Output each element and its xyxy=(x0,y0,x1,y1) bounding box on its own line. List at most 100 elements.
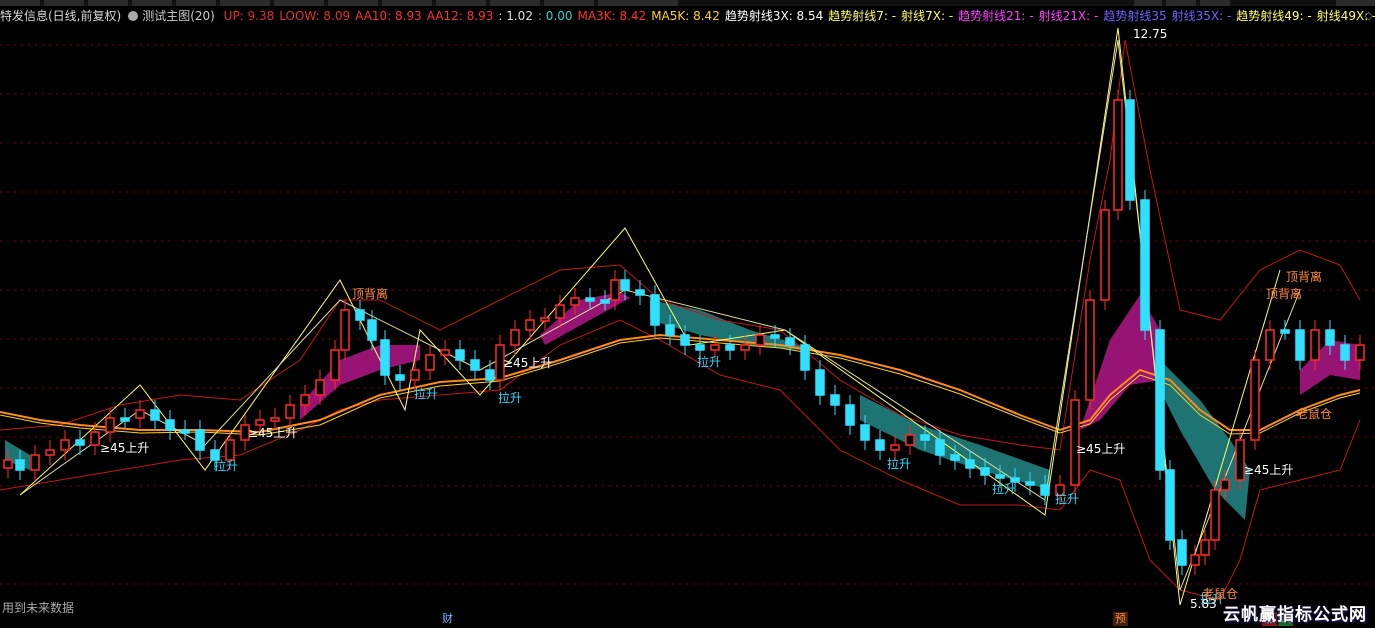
forecast-marker[interactable]: 预 xyxy=(1113,612,1128,626)
candle-body xyxy=(90,431,100,446)
candle-body xyxy=(965,459,975,469)
annotation-label: ≥45上升 xyxy=(248,426,297,440)
annotation-label: 拉升 xyxy=(1055,491,1079,506)
candle-body xyxy=(555,304,565,319)
candle-body xyxy=(315,379,325,396)
indicator-name[interactable]: 测试主图(20) xyxy=(142,9,215,23)
candle-body xyxy=(1220,479,1230,491)
candle-body xyxy=(935,439,945,456)
candle-body xyxy=(860,424,870,441)
candle-body xyxy=(330,349,340,381)
legend-item: MA3K: 8.42 xyxy=(577,9,647,23)
candle-body xyxy=(255,419,265,426)
candle-body xyxy=(455,349,465,361)
legend-item: AA10: 8.93 xyxy=(355,9,422,23)
candle-body xyxy=(1125,99,1135,201)
annotation-label: 5.83 xyxy=(1190,597,1217,611)
candle-body xyxy=(1235,439,1245,481)
candle-body xyxy=(665,324,675,336)
candle-body xyxy=(510,329,520,346)
candle-body xyxy=(540,317,550,322)
candle-body xyxy=(1190,554,1200,566)
candle-body xyxy=(755,334,765,346)
candle-body xyxy=(285,404,295,419)
indicator-toggle-icon[interactable] xyxy=(128,11,139,21)
candle-body xyxy=(1250,359,1260,441)
candle-body xyxy=(905,434,915,446)
candle-body xyxy=(920,434,930,441)
legend-item: LOOW: 8.09 xyxy=(279,9,351,23)
annotation-label: 拉升 xyxy=(992,481,1016,496)
legend-item: : 1.02 xyxy=(498,9,533,23)
candle-body xyxy=(725,344,735,351)
candle-body xyxy=(890,444,900,451)
candle-body xyxy=(875,439,885,451)
stock-title: 特发信息(日线,前复权) xyxy=(0,9,122,23)
candle-body xyxy=(525,319,535,331)
candle-body xyxy=(585,297,595,302)
candle-body xyxy=(270,417,280,422)
candle-body xyxy=(425,354,435,371)
legend-item: 趋势射线7: - xyxy=(828,9,897,23)
candle-body xyxy=(995,474,1005,479)
candle-body xyxy=(30,454,40,471)
candle-body xyxy=(225,439,235,461)
candle-body xyxy=(1295,329,1305,361)
candle-body xyxy=(485,369,495,381)
kline-chart[interactable]: 顶背离 顶背离顶背离≥45上升≥45上升≥45上升≥45上升≥45上升拉升拉升 拉升… xyxy=(0,0,1375,628)
future-data-note: 用到未来数据 xyxy=(2,601,75,615)
legend-item: 趋势射线49: - xyxy=(1236,9,1312,23)
legend-item: 趋势射线21: - xyxy=(958,9,1034,23)
candle-body xyxy=(950,454,960,461)
legend-item: : 0.00 xyxy=(537,9,573,23)
candle-body xyxy=(195,429,205,451)
candle-body xyxy=(15,459,25,471)
watermark-logo: 云帆赢指标公式网 xyxy=(1223,605,1367,625)
candle-body xyxy=(75,439,85,446)
candle-body xyxy=(355,309,365,321)
legend-item: AA12: 8.93 xyxy=(426,9,494,23)
annotation-label: ≥45上升 xyxy=(100,441,149,455)
candle-body xyxy=(1155,329,1165,471)
legend-item: 趋势射线35 xyxy=(1103,9,1167,23)
annotation-label: 拉升 xyxy=(498,390,522,405)
candle-body xyxy=(105,417,115,433)
annotation-label: ≥45上升 xyxy=(1244,463,1293,477)
candle-body xyxy=(710,344,720,351)
candle-body xyxy=(45,449,55,456)
candle-body xyxy=(1265,329,1275,361)
finance-marker[interactable]: 财 xyxy=(440,612,455,626)
legend-item: 射线7X: - xyxy=(901,9,954,23)
candle-body xyxy=(610,279,620,301)
annotation-label: ≥45上升 xyxy=(503,356,552,370)
legend-item: 射线21X: - xyxy=(1038,9,1099,23)
teal-ribbon xyxy=(860,395,1050,490)
candle-body xyxy=(1210,489,1220,541)
annotation-label: 拉升 xyxy=(414,386,438,401)
candle-body xyxy=(1085,299,1095,401)
candle-body xyxy=(1100,209,1110,301)
annotation-label: ≥45上升 xyxy=(1076,442,1125,456)
candle-body xyxy=(1200,539,1210,556)
candle-body xyxy=(367,319,377,341)
candle-body xyxy=(395,374,405,381)
indicator-legend: 特发信息(日线,前复权) 测试主图(20) UP: 9.38 LOOW: 8.09 A… xyxy=(0,7,1375,25)
candle-body xyxy=(1140,199,1150,331)
candle-body xyxy=(1113,99,1123,211)
candle-body xyxy=(1025,481,1035,486)
candle-body xyxy=(165,419,175,431)
candle-body xyxy=(650,294,660,326)
candle-body xyxy=(1040,484,1050,496)
candle-body xyxy=(845,404,855,426)
annotation-label: 拉升 xyxy=(697,354,721,369)
candle-body xyxy=(60,439,70,451)
annotation-label: 老鼠仓 xyxy=(1296,407,1332,421)
annotation-label: 顶背离 xyxy=(352,286,388,301)
annotation-label: 顶背离 xyxy=(1286,269,1322,284)
candle-body xyxy=(1340,344,1350,361)
legend-values: UP: 9.38 LOOW: 8.09 AA10: 8.93 AA12: 8.93: … xyxy=(224,9,1375,23)
legend-diamond-icon[interactable]: ◇ xyxy=(1365,7,1373,25)
candle-body xyxy=(340,309,350,351)
candle-body xyxy=(680,334,690,346)
annotation-label: 拉升 xyxy=(887,456,911,471)
